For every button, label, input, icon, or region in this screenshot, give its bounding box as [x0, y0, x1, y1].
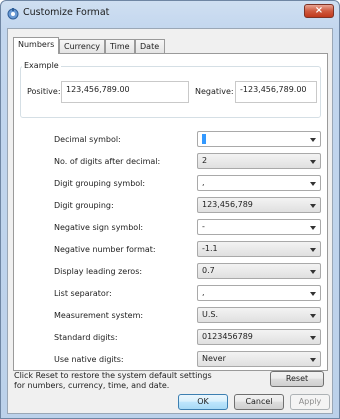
list-separator-value: , [202, 288, 205, 297]
cancel-button[interactable]: Cancel [234, 394, 284, 410]
dialog-body: Numbers Currency Time Date Positive: 123… [7, 28, 333, 414]
measurement-system-select[interactable]: U.S. [197, 307, 321, 323]
apply-button[interactable]: Apply [290, 394, 330, 410]
digit-grouping-symbol-combo[interactable]: , [197, 175, 321, 191]
negative-example-value: -123,456,789.00 [240, 85, 307, 94]
text-cursor [202, 134, 206, 144]
tab-date[interactable]: Date [135, 39, 165, 53]
reset-button[interactable]: Reset [270, 371, 324, 387]
digits-after-decimal-select[interactable]: 2 [197, 153, 321, 169]
display-leading-zeros-label: Display leading zeros: [54, 267, 143, 276]
use-native-digits-value: Never [202, 354, 226, 363]
negative-sign-symbol-combo[interactable]: - [197, 219, 321, 235]
reset-description: Click Reset to restore the system defaul… [14, 371, 212, 390]
digit-grouping-symbol-label: Digit grouping symbol: [54, 179, 146, 188]
settings-app-icon [7, 8, 19, 20]
chevron-down-icon[interactable] [310, 248, 316, 252]
use-native-digits-select[interactable]: Never [197, 351, 321, 367]
tab-currency[interactable]: Currency [59, 39, 105, 53]
measurement-system-label: Measurement system: [54, 311, 144, 320]
standard-digits-select[interactable]: 0123456789 [197, 329, 321, 345]
display-leading-zeros-select[interactable]: 0.7 [197, 263, 321, 279]
chevron-down-icon[interactable] [310, 336, 316, 340]
tab-numbers[interactable]: Numbers [13, 37, 59, 54]
negative-number-format-value: -1.1 [202, 244, 218, 253]
positive-label: Positive: [27, 87, 61, 96]
negative-example-box: -123,456,789.00 [235, 81, 317, 103]
chevron-down-icon[interactable] [310, 226, 316, 230]
negative-number-format-select[interactable]: -1.1 [197, 241, 321, 257]
chevron-down-icon[interactable] [310, 314, 316, 318]
decimal-symbol-label: Decimal symbol: [54, 135, 121, 144]
use-native-digits-label: Use native digits: [54, 355, 124, 364]
standard-digits-label: Standard digits: [54, 333, 118, 342]
example-group-title: Example [22, 61, 61, 70]
positive-example-value: 123,456,789.00 [66, 85, 130, 94]
chevron-down-icon[interactable] [310, 160, 316, 164]
numbers-tab-panel: Positive: 123,456,789.00 Negative: -123,… [13, 53, 328, 371]
measurement-system-value: U.S. [202, 310, 219, 319]
decimal-symbol-combo[interactable]: . [197, 131, 321, 147]
chevron-down-icon[interactable] [310, 358, 316, 362]
display-leading-zeros-value: 0.7 [202, 266, 215, 275]
negative-label: Negative: [195, 87, 234, 96]
digits-after-decimal-value: 2 [202, 156, 208, 165]
tab-time[interactable]: Time [105, 39, 135, 53]
list-separator-combo[interactable]: , [197, 285, 321, 301]
example-group: Positive: 123,456,789.00 Negative: -123,… [20, 66, 321, 118]
chevron-down-icon[interactable] [310, 292, 316, 296]
window-title: Customize Format [23, 7, 110, 18]
title-bar[interactable]: Customize Format × [1, 1, 339, 27]
negative-number-format-label: Negative number format: [54, 245, 156, 254]
chevron-down-icon[interactable] [310, 138, 316, 142]
list-separator-label: List separator: [54, 289, 112, 298]
chevron-down-icon[interactable] [310, 182, 316, 186]
negative-sign-symbol-label: Negative sign symbol: [54, 223, 144, 232]
customize-format-window: Customize Format × Numbers Currency Time… [0, 0, 340, 419]
ok-button[interactable]: OK [178, 394, 228, 410]
chevron-down-icon[interactable] [310, 270, 316, 274]
chevron-down-icon[interactable] [310, 204, 316, 208]
close-icon: × [314, 5, 324, 16]
standard-digits-value: 0123456789 [202, 332, 253, 341]
digit-grouping-symbol-value: , [202, 178, 205, 187]
close-button[interactable]: × [304, 4, 334, 18]
digit-grouping-label: Digit grouping: [54, 201, 114, 210]
negative-sign-symbol-value: - [202, 222, 205, 231]
digit-grouping-value: 123,456,789 [202, 200, 253, 209]
positive-example-box: 123,456,789.00 [61, 81, 189, 103]
digit-grouping-select[interactable]: 123,456,789 [197, 197, 321, 213]
digits-after-decimal-label: No. of digits after decimal: [54, 157, 161, 166]
